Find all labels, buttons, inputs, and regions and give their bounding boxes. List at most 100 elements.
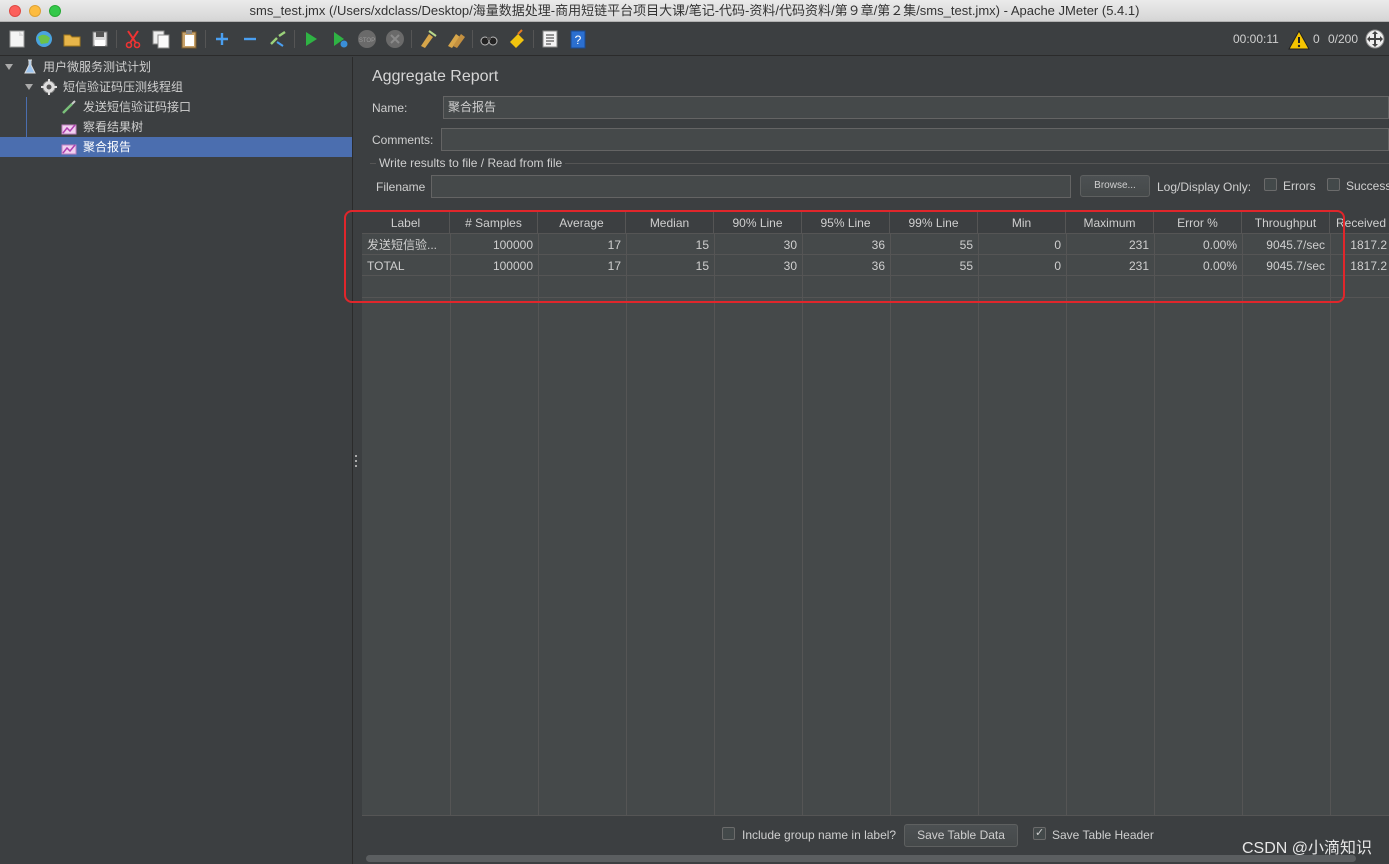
- watermark: CSDN @小滴知识: [1241, 840, 1372, 857]
- name-label: Name:: [372, 101, 408, 115]
- table-cell: 231: [1128, 238, 1149, 252]
- remote-status-icon[interactable]: [1364, 28, 1386, 50]
- close-window-button[interactable]: [9, 5, 21, 17]
- table-cell: 100000: [492, 259, 533, 273]
- errors-checkbox[interactable]: [1264, 178, 1277, 191]
- main-toolbar: STOP ? 00:00:11 0 0/200: [0, 23, 1389, 56]
- table-cell: 1817.2: [1350, 238, 1387, 252]
- name-field[interactable]: 聚合报告: [443, 96, 1389, 119]
- open-icon[interactable]: [61, 28, 83, 50]
- table-cell: 30: [783, 238, 797, 252]
- zoom-window-button[interactable]: [49, 5, 61, 17]
- filename-field[interactable]: [431, 175, 1071, 198]
- start-icon[interactable]: [300, 28, 322, 50]
- shutdown-icon[interactable]: [384, 28, 406, 50]
- table-row[interactable]: [362, 277, 1389, 298]
- paste-icon[interactable]: [178, 28, 200, 50]
- table-cell: 9045.7/sec: [1266, 238, 1325, 252]
- column-header[interactable]: Maximum: [1066, 212, 1154, 234]
- tree-item-result-tree[interactable]: 察看结果树: [0, 117, 352, 137]
- table-cell: 30: [783, 259, 797, 273]
- warning-icon[interactable]: [1288, 29, 1310, 50]
- browse-button[interactable]: Browse...: [1080, 175, 1150, 197]
- table-cell: TOTAL: [367, 259, 405, 273]
- minimize-window-button[interactable]: [29, 5, 41, 17]
- include-group-label: Include group name in label?: [742, 828, 897, 842]
- bottom-bar: Include group name in label? Save Table …: [362, 815, 1389, 855]
- table-cell: 0.00%: [1202, 238, 1237, 252]
- table-cell: 15: [695, 238, 709, 252]
- save-table-header-label: Save Table Header: [1052, 828, 1154, 842]
- table-cell: 0.00%: [1202, 259, 1237, 273]
- column-header[interactable]: 99% Line: [890, 212, 978, 234]
- expand-icon[interactable]: [211, 28, 233, 50]
- table-cell: 15: [695, 259, 709, 273]
- tree-item-thread-group[interactable]: 短信验证码压测线程组: [0, 77, 352, 97]
- column-header[interactable]: 95% Line: [802, 212, 890, 234]
- warning-count: 0: [1313, 32, 1320, 46]
- scrollbar-thumb[interactable]: [366, 855, 1356, 862]
- table-row[interactable]: 发送短信验... 100000 17 15 30 36 55 0 231 0.0…: [362, 235, 1389, 255]
- toggle-icon[interactable]: [267, 28, 289, 50]
- tree-item-test-plan[interactable]: 用户微服务测试计划: [0, 57, 352, 77]
- collapse-arrow-icon[interactable]: [5, 64, 13, 70]
- function-helper-icon[interactable]: [539, 28, 561, 50]
- clear-icon[interactable]: [417, 28, 439, 50]
- svg-text:STOP: STOP: [359, 38, 375, 44]
- results-table[interactable]: Label # Samples Average Median 90% Line …: [362, 212, 1389, 815]
- clear-all-icon[interactable]: [445, 28, 467, 50]
- gear-icon: [41, 79, 57, 95]
- save-table-data-button[interactable]: Save Table Data: [904, 824, 1018, 847]
- table-cell: 55: [959, 259, 973, 273]
- svg-text:?: ?: [575, 33, 582, 47]
- comments-label: Comments:: [372, 133, 434, 147]
- column-header[interactable]: Median: [626, 212, 714, 234]
- column-header[interactable]: Throughput: [1242, 212, 1330, 234]
- window-titlebar: sms_test.jmx (/Users/xdclass/Desktop/海量数…: [0, 0, 1389, 22]
- copy-icon[interactable]: [150, 28, 172, 50]
- panel-heading: Aggregate Report: [372, 68, 499, 85]
- search-icon[interactable]: [478, 28, 500, 50]
- column-header[interactable]: Label: [362, 212, 450, 234]
- column-header[interactable]: Received KB/sec: [1330, 212, 1389, 234]
- templates-icon[interactable]: [33, 28, 55, 50]
- table-cell: 17: [607, 238, 621, 252]
- tree-item-aggregate-report[interactable]: 聚合报告: [0, 137, 352, 157]
- pipette-icon: [61, 99, 77, 115]
- test-plan-icon: [22, 59, 38, 75]
- table-row[interactable]: TOTAL 100000 17 15 30 36 55 0 231 0.00% …: [362, 256, 1389, 276]
- horizontal-scrollbar[interactable]: [366, 855, 1389, 863]
- file-group-title: Write results to file / Read from file: [376, 156, 566, 170]
- log-display-label: Log/Display Only:: [1157, 180, 1252, 194]
- chart-listener-icon: [61, 119, 77, 135]
- table-cell: 0: [1054, 259, 1061, 273]
- collapse-icon[interactable]: [239, 28, 261, 50]
- column-header[interactable]: # Samples: [450, 212, 538, 234]
- elapsed-time: 00:00:11: [1233, 32, 1279, 46]
- splitter-handle-icon[interactable]: [355, 455, 358, 469]
- column-header[interactable]: 90% Line: [714, 212, 802, 234]
- column-header[interactable]: Min: [978, 212, 1066, 234]
- reset-search-icon[interactable]: [506, 28, 528, 50]
- new-icon[interactable]: [6, 28, 28, 50]
- column-header[interactable]: Average: [538, 212, 626, 234]
- column-header[interactable]: Error %: [1154, 212, 1242, 234]
- collapse-arrow-icon[interactable]: [25, 84, 33, 90]
- chart-listener-icon: [61, 139, 77, 155]
- comments-field[interactable]: [441, 128, 1389, 151]
- table-cell: 发送短信验...: [367, 238, 438, 252]
- successes-checkbox[interactable]: [1327, 178, 1340, 191]
- start-no-pause-icon[interactable]: [328, 28, 350, 50]
- aggregate-report-panel: Aggregate Report Name: 聚合报告 Comments: Wr…: [362, 57, 1389, 864]
- table-cell: 1817.2: [1350, 259, 1387, 273]
- help-icon[interactable]: ?: [567, 28, 589, 50]
- table-cell: 231: [1128, 259, 1149, 273]
- table-cell: 100000: [492, 238, 533, 252]
- save-icon[interactable]: [89, 28, 111, 50]
- table-cell: 36: [871, 259, 885, 273]
- stop-icon[interactable]: STOP: [356, 28, 378, 50]
- save-table-header-checkbox[interactable]: [1033, 826, 1046, 840]
- tree-item-http-sampler[interactable]: 发送短信验证码接口: [0, 97, 352, 117]
- include-group-checkbox[interactable]: [722, 827, 735, 840]
- cut-icon[interactable]: [122, 28, 144, 50]
